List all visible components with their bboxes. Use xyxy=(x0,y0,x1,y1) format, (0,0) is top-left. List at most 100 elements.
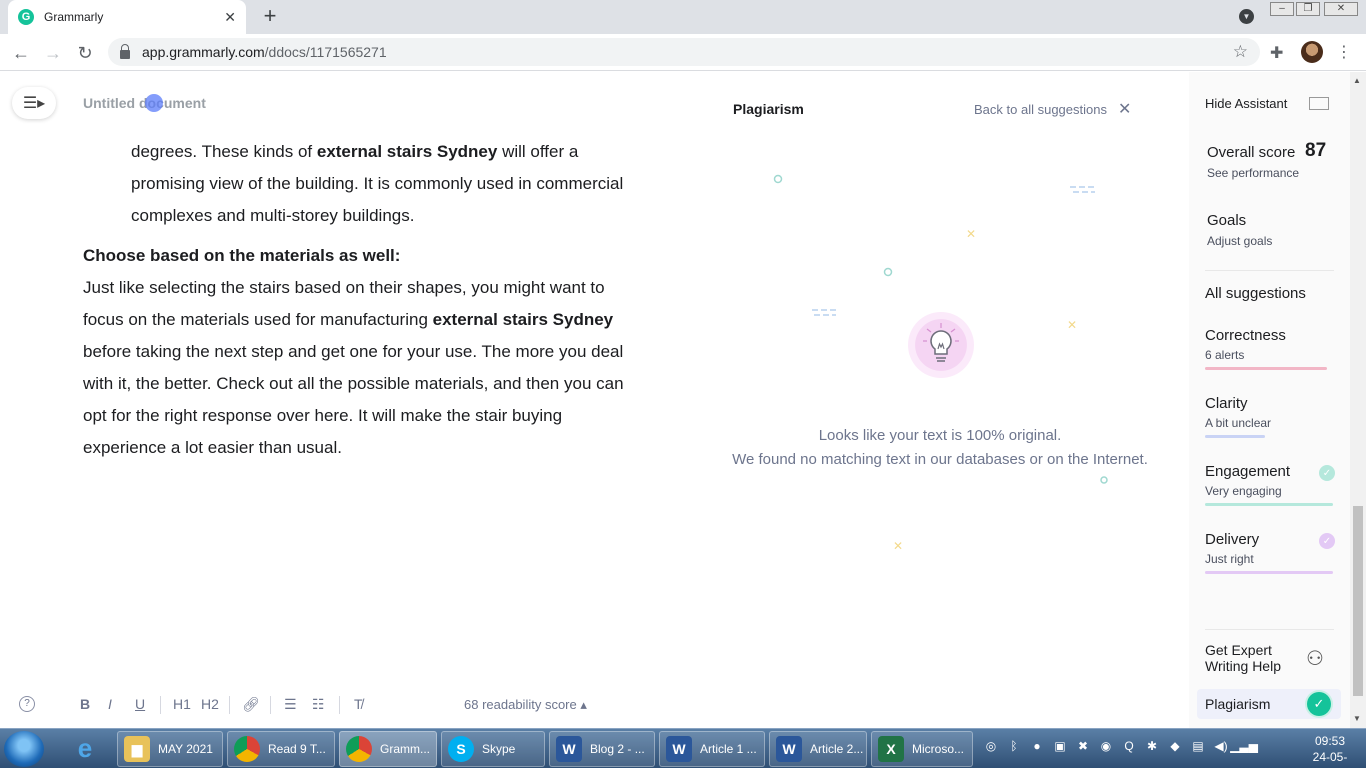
address-bar[interactable]: app.grammarly.com/ddocs/1171565271 ☆ xyxy=(108,38,1260,66)
adjust-goals-link[interactable]: Adjust goals xyxy=(1207,234,1272,248)
tab-close-icon[interactable]: ✕ xyxy=(224,9,236,26)
taskbar-item-word-2[interactable]: W Article 1 ... xyxy=(659,731,765,767)
bulleted-list-icon[interactable]: ☷ xyxy=(312,696,325,713)
category-name: Engagement xyxy=(1205,463,1291,480)
numbered-list-icon[interactable]: ☰ xyxy=(284,696,297,713)
bold-button[interactable]: B xyxy=(80,696,90,712)
browser-menu-icon[interactable]: ⋮ xyxy=(1336,42,1352,62)
tray-app-icon[interactable]: ✱ xyxy=(1143,737,1161,755)
category-bar xyxy=(1205,367,1327,370)
word-icon: W xyxy=(776,736,802,762)
tray-app-icon[interactable]: Q xyxy=(1120,737,1138,755)
bluetooth-icon[interactable]: ᛒ xyxy=(1005,737,1023,755)
category-name: Delivery xyxy=(1205,531,1260,548)
network-signal-icon[interactable]: ▁▃▅ xyxy=(1230,737,1258,755)
main-menu-button[interactable]: ☰▸ xyxy=(12,87,56,119)
taskbar-item-excel[interactable]: X Microso... xyxy=(871,731,973,767)
tray-app-icon[interactable]: ◉ xyxy=(1097,737,1115,755)
divider xyxy=(339,696,340,714)
grammarly-app: ☰▸ Untitled document degrees. These kind… xyxy=(0,72,1350,728)
browser-tab-grammarly[interactable]: G Grammarly ✕ xyxy=(8,0,246,34)
document-editor[interactable]: degrees. These kinds of external stairs … xyxy=(83,136,643,464)
taskbar-item-label: Blog 2 - ... xyxy=(590,742,645,756)
hide-assistant-button[interactable]: Hide Assistant xyxy=(1205,96,1287,111)
clear-formatting-icon[interactable]: T̸ xyxy=(354,696,363,712)
plagiarism-button[interactable]: Plagiarism ✓ xyxy=(1197,689,1341,719)
assistant-sidebar: Hide Assistant Overall score 87 See perf… xyxy=(1189,72,1350,728)
category-correctness[interactable]: Correctness 6 alerts xyxy=(1205,327,1335,370)
category-status: 6 alerts xyxy=(1205,348,1245,362)
taskbar-item-word-3[interactable]: W Article 2... xyxy=(769,731,867,767)
profile-avatar[interactable] xyxy=(1301,41,1323,63)
category-status: Very engaging xyxy=(1205,484,1282,498)
category-status: A bit unclear xyxy=(1205,416,1272,430)
system-tray: ◎ ᛒ ● ▣ ✖ ◉ Q ✱ ◆ ▤ ◀) ▁▃▅ xyxy=(982,737,1258,759)
taskbar-item-label: Microso... xyxy=(912,742,965,756)
italic-button[interactable]: I xyxy=(108,696,112,712)
scroll-up-arrow-icon[interactable]: ▲ xyxy=(1353,76,1361,85)
paragraph-2: Just like selecting the stairs based on … xyxy=(83,272,643,464)
overall-score-label[interactable]: Overall score xyxy=(1207,144,1295,161)
folder-icon: ▆ xyxy=(124,736,150,762)
restore-window-icon[interactable]: ❐ xyxy=(1296,2,1320,16)
tray-app-icon[interactable]: ▤ xyxy=(1189,737,1207,755)
category-engagement[interactable]: Engagement Very engaging ✓ xyxy=(1205,463,1335,506)
section-heading: Choose based on the materials as well: xyxy=(83,246,401,265)
category-name: Clarity xyxy=(1205,395,1248,412)
close-panel-icon[interactable]: ✕ xyxy=(1118,99,1131,119)
link-icon[interactable]: 🔗︎ xyxy=(242,696,260,713)
scroll-down-arrow-icon[interactable]: ▼ xyxy=(1353,714,1361,723)
panel-toggle-icon[interactable] xyxy=(1309,97,1329,110)
category-delivery[interactable]: Delivery Just right ✓ xyxy=(1205,531,1335,574)
back-arrow-icon[interactable]: ← xyxy=(10,42,32,64)
taskbar-item-chrome-1[interactable]: Read 9 T... xyxy=(227,731,335,767)
svg-text:✕: ✕ xyxy=(1067,318,1077,332)
tray-app-icon[interactable]: ◆ xyxy=(1166,737,1184,755)
paragraph-1: degrees. These kinds of external stairs … xyxy=(83,136,643,232)
grammarly-favicon-icon: G xyxy=(18,9,34,25)
check-icon: ✓ xyxy=(1319,465,1335,481)
system-clock[interactable]: 09:53 24-05-2021 xyxy=(1300,733,1360,768)
all-suggestions-tab[interactable]: All suggestions xyxy=(1205,285,1306,302)
page-scrollbar[interactable]: ▲ ▼ xyxy=(1350,72,1366,728)
tray-app-icon[interactable]: ▣ xyxy=(1051,737,1069,755)
help-icon[interactable]: ? xyxy=(19,696,35,712)
taskbar-item-label: Article 1 ... xyxy=(700,742,757,756)
check-icon: ✓ xyxy=(1319,533,1335,549)
taskbar-item-folder[interactable]: ▆ MAY 2021 xyxy=(117,731,223,767)
scroll-thumb[interactable] xyxy=(1353,506,1363,696)
get-expert-help-button[interactable]: Get Expert Writing Help xyxy=(1205,642,1281,674)
tab-search-chevron-icon[interactable]: ▼ xyxy=(1239,9,1254,24)
plagiarism-panel-title: Plagiarism xyxy=(733,101,804,117)
close-window-icon[interactable]: ✕ xyxy=(1324,2,1358,16)
start-button[interactable] xyxy=(4,731,44,767)
volume-icon[interactable]: ◀) xyxy=(1212,737,1230,755)
bookmark-star-icon[interactable]: ☆ xyxy=(1233,42,1248,62)
excel-icon: X xyxy=(878,736,904,762)
chrome-icon xyxy=(234,736,260,762)
tray-app-icon[interactable]: ✖ xyxy=(1074,737,1092,755)
minimize-window-icon[interactable]: ‒ xyxy=(1270,2,1294,16)
heading-1-button[interactable]: H1 xyxy=(173,696,191,712)
divider xyxy=(1205,270,1334,271)
taskbar-item-chrome-2[interactable]: Gramm... xyxy=(339,731,437,767)
goals-label[interactable]: Goals xyxy=(1207,212,1246,229)
taskbar-item-word-1[interactable]: W Blog 2 - ... xyxy=(549,731,655,767)
underline-button[interactable]: U xyxy=(135,696,145,712)
see-performance-link[interactable]: See performance xyxy=(1207,166,1299,180)
divider xyxy=(1205,629,1334,630)
skype-icon: S xyxy=(448,736,474,762)
internet-explorer-icon[interactable]: e xyxy=(70,733,100,763)
back-to-suggestions-link[interactable]: Back to all suggestions xyxy=(974,102,1107,117)
readability-score[interactable]: 68 readability score ▴ xyxy=(464,697,587,713)
reload-icon[interactable]: ↻ xyxy=(74,42,96,64)
taskbar-item-skype[interactable]: S Skype xyxy=(441,731,545,767)
extensions-puzzle-icon[interactable]: ✚ xyxy=(1270,43,1283,63)
new-tab-plus-icon[interactable]: + xyxy=(258,5,282,29)
heading-2-button[interactable]: H2 xyxy=(201,696,219,712)
tray-app-icon[interactable]: ◎ xyxy=(982,737,1000,755)
forward-arrow-icon[interactable]: → xyxy=(42,42,64,64)
divider xyxy=(160,696,161,714)
tray-app-icon[interactable]: ● xyxy=(1028,737,1046,755)
category-clarity[interactable]: Clarity A bit unclear xyxy=(1205,395,1335,438)
